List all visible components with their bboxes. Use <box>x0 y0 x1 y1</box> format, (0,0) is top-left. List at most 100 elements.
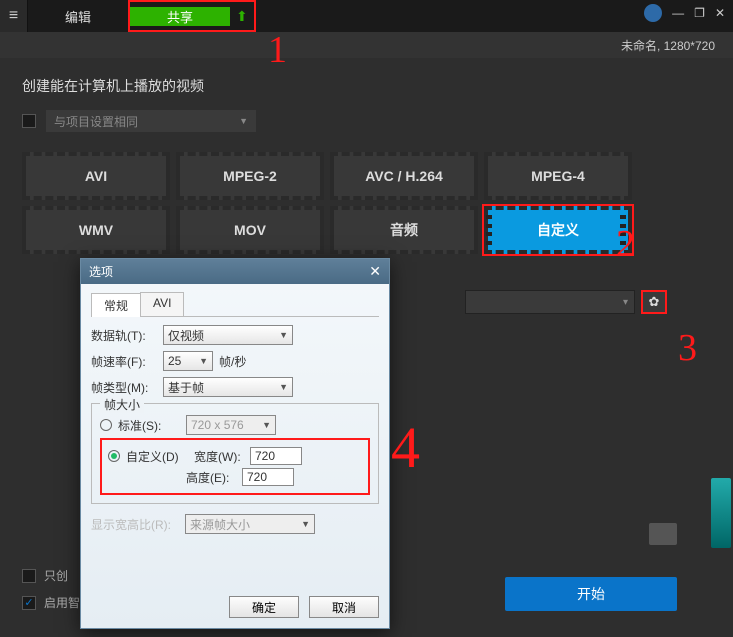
fps-select[interactable]: 25 ▼ <box>163 351 213 371</box>
app-badge-icon <box>644 4 662 22</box>
fps-value: 25 <box>168 354 181 368</box>
cancel-button[interactable]: 取消 <box>309 596 379 618</box>
width-input[interactable]: 720 <box>250 447 302 465</box>
height-input[interactable]: 720 <box>242 468 294 486</box>
folder-icon[interactable] <box>649 523 677 545</box>
only-create-checkbox[interactable] <box>22 569 36 583</box>
custom-radio[interactable] <box>108 450 120 462</box>
frametype-value: 基于帧 <box>168 379 204 396</box>
dialog-tab-avi[interactable]: AVI <box>140 292 184 316</box>
settings-gear-button[interactable]: ✿ <box>641 290 667 314</box>
only-create-label: 只创 <box>44 567 68 584</box>
project-same-select[interactable]: 与项目设置相同 ▼ <box>46 110 256 132</box>
frametype-row: 帧类型(M): 基于帧 ▼ <box>91 377 379 397</box>
gear-icon: ✿ <box>649 294 660 310</box>
format-custom[interactable]: 自定义 <box>484 206 632 254</box>
format-mov[interactable]: MOV <box>176 206 324 254</box>
caret-down-icon: ▼ <box>279 330 288 340</box>
format-label: MPEG-2 <box>223 168 277 184</box>
track-label: 数据轨(T): <box>91 327 157 344</box>
caret-down-icon: ▼ <box>279 382 288 392</box>
output-path-select[interactable]: ▾ <box>465 290 635 314</box>
arrow-up-icon: ⬆ <box>230 8 254 25</box>
fps-unit: 帧/秒 <box>219 353 246 370</box>
dialog-buttons: 确定 取消 <box>81 588 389 628</box>
project-settings-row: 与项目设置相同 ▼ <box>22 110 711 132</box>
close-button[interactable]: ✕ <box>715 6 725 20</box>
height-label: 高度(E): <box>186 469 236 486</box>
annotation-2: 2 <box>616 222 635 266</box>
format-label: MPEG-4 <box>531 168 585 184</box>
tab-edit[interactable]: 编辑 <box>28 0 128 32</box>
height-row: 高度(E): 720 <box>108 468 362 486</box>
annotation-1: 1 <box>268 28 287 72</box>
format-label: 音频 <box>390 220 418 240</box>
project-same-label: 与项目设置相同 <box>54 113 138 130</box>
options-dialog: 选项 ✕ 常规 AVI 数据轨(T): 仅视频 ▼ 帧速率(F): 25 ▼ 帧… <box>80 258 390 629</box>
caret-down-icon: ▼ <box>239 116 248 126</box>
dialog-title: 选项 <box>89 263 113 280</box>
format-label: 自定义 <box>537 220 579 240</box>
restore-button[interactable]: ❐ <box>694 6 705 20</box>
track-select[interactable]: 仅视频 ▼ <box>163 325 293 345</box>
fps-label: 帧速率(F): <box>91 353 157 370</box>
format-avc[interactable]: AVC / H.264 <box>330 152 478 200</box>
format-wmv[interactable]: WMV <box>22 206 170 254</box>
standard-row: 标准(S): 720 x 576 ▼ <box>100 415 370 435</box>
format-mpeg2[interactable]: MPEG-2 <box>176 152 324 200</box>
format-avi[interactable]: AVI <box>22 152 170 200</box>
aspect-label: 显示宽高比(R): <box>91 516 179 533</box>
window-controls: — ❐ ✕ <box>644 4 725 22</box>
format-label: WMV <box>79 222 113 238</box>
dialog-close-button[interactable]: ✕ <box>369 263 381 280</box>
format-audio[interactable]: 音频 <box>330 206 478 254</box>
caret-down-icon: ▼ <box>262 420 271 430</box>
right-slider[interactable] <box>711 478 731 548</box>
standard-label: 标准(S): <box>118 417 180 434</box>
project-title: 未命名, 1280*720 <box>621 37 715 54</box>
caret-down-icon: ▼ <box>301 519 310 529</box>
format-label: MOV <box>234 222 266 238</box>
tab-share-highlight: 共享 ⬆ <box>128 0 256 32</box>
smart-render-checkbox[interactable] <box>22 596 36 610</box>
fps-row: 帧速率(F): 25 ▼ 帧/秒 <box>91 351 379 371</box>
framesize-legend: 帧大小 <box>100 396 144 413</box>
annotation-4: 4 <box>391 414 420 481</box>
caret-down-icon: ▼ <box>199 356 208 366</box>
menu-button[interactable]: ≡ <box>0 0 28 32</box>
top-bar: ≡ 编辑 共享 ⬆ — ❐ ✕ <box>0 0 733 32</box>
dialog-tabs: 常规 AVI <box>91 292 379 317</box>
aspect-value: 来源帧大小 <box>190 516 250 533</box>
title-strip: 未命名, 1280*720 <box>0 32 733 58</box>
dialog-titlebar[interactable]: 选项 ✕ <box>81 259 389 284</box>
tab-share[interactable]: 共享 <box>130 7 230 26</box>
standard-radio[interactable] <box>100 419 112 431</box>
framesize-fieldset: 帧大小 标准(S): 720 x 576 ▼ 自定义(D) 宽度(W): 720… <box>91 403 379 504</box>
page-heading: 创建能在计算机上播放的视频 <box>22 76 711 96</box>
track-value: 仅视频 <box>168 327 204 344</box>
frametype-select[interactable]: 基于帧 ▼ <box>163 377 293 397</box>
format-grid: AVI MPEG-2 AVC / H.264 MPEG-4 WMV MOV 音频… <box>22 152 711 254</box>
track-row: 数据轨(T): 仅视频 ▼ <box>91 325 379 345</box>
aspect-select: 来源帧大小 ▼ <box>185 514 315 534</box>
standard-size-value: 720 x 576 <box>191 418 244 432</box>
format-label: AVC / H.264 <box>365 168 443 184</box>
start-button[interactable]: 开始 <box>505 577 677 611</box>
project-same-checkbox[interactable] <box>22 114 36 128</box>
annotation-3: 3 <box>678 326 697 370</box>
format-label: AVI <box>85 168 107 184</box>
dialog-tab-general[interactable]: 常规 <box>91 293 141 317</box>
standard-size-select[interactable]: 720 x 576 ▼ <box>186 415 276 435</box>
custom-row: 自定义(D) 宽度(W): 720 <box>108 447 362 465</box>
ok-button[interactable]: 确定 <box>229 596 299 618</box>
dialog-body: 常规 AVI 数据轨(T): 仅视频 ▼ 帧速率(F): 25 ▼ 帧/秒 帧类… <box>81 284 389 588</box>
width-label: 宽度(W): <box>194 448 244 465</box>
aspect-row: 显示宽高比(R): 来源帧大小 ▼ <box>91 514 379 534</box>
custom-label: 自定义(D) <box>126 448 188 465</box>
minimize-button[interactable]: — <box>672 6 684 20</box>
format-mpeg4[interactable]: MPEG-4 <box>484 152 632 200</box>
caret-down-icon: ▾ <box>623 297 628 308</box>
frametype-label: 帧类型(M): <box>91 379 157 396</box>
custom-size-highlight: 自定义(D) 宽度(W): 720 高度(E): 720 <box>100 438 370 495</box>
start-button-label: 开始 <box>577 584 605 604</box>
